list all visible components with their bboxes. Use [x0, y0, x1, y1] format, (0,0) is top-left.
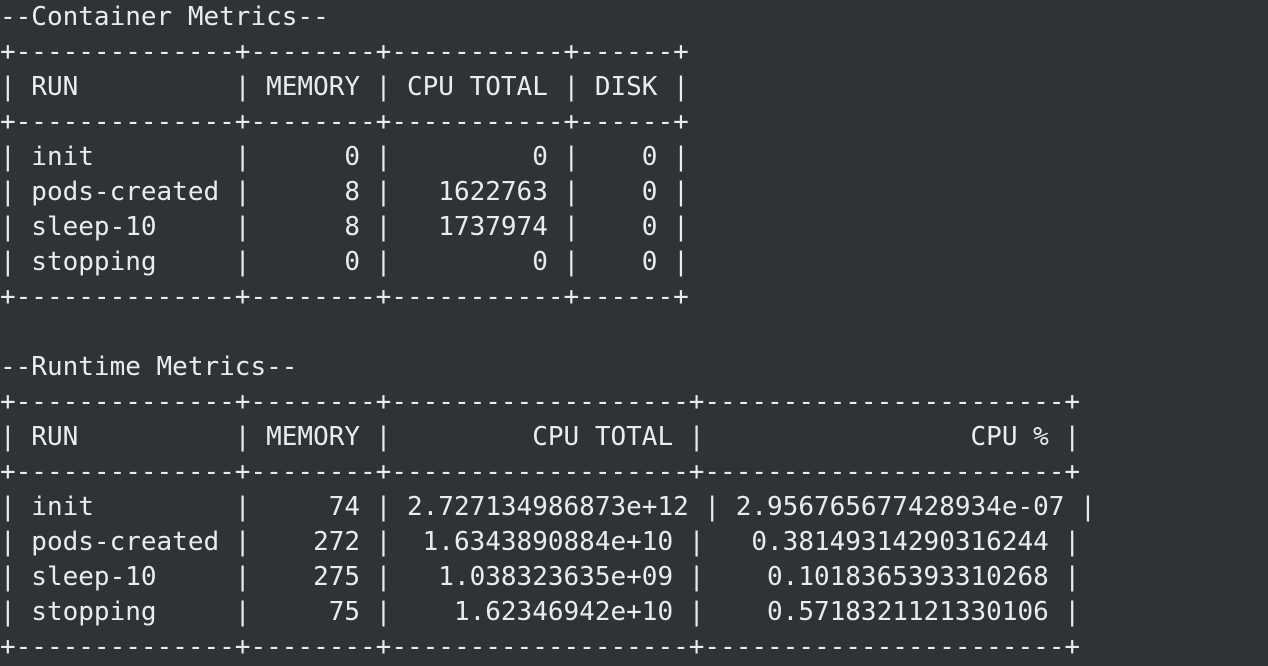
- runtime-table-border-top: +--------------+--------+---------------…: [0, 387, 1081, 417]
- container-table-header: | RUN | MEMORY | CPU TOTAL | DISK |: [0, 72, 689, 102]
- container-table-row: | pods-created | 8 | 1622763 | 0 |: [0, 177, 689, 207]
- terminal-window[interactable]: --Container Metrics-- +--------------+--…: [0, 0, 1268, 666]
- runtime-table-header: | RUN | MEMORY | CPU TOTAL | CPU % |: [0, 422, 1081, 452]
- container-table-row: | init | 0 | 0 | 0 |: [0, 142, 689, 172]
- container-table-border-bottom: +--------------+--------+-----------+---…: [0, 282, 689, 312]
- runtime-table-row: | pods-created | 272 | 1.6343890884e+10 …: [0, 527, 1081, 557]
- container-metrics-heading: --Container Metrics--: [0, 2, 329, 32]
- runtime-table-row: | init | 74 | 2.727134986873e+12 | 2.956…: [0, 492, 1096, 522]
- container-table-border-top: +--------------+--------+-----------+---…: [0, 37, 689, 67]
- container-table-row: | sleep-10 | 8 | 1737974 | 0 |: [0, 212, 689, 242]
- container-table-border-mid: +--------------+--------+-----------+---…: [0, 107, 689, 137]
- runtime-metrics-heading: --Runtime Metrics--: [0, 352, 298, 382]
- runtime-table-border-bottom: +--------------+--------+---------------…: [0, 632, 1081, 662]
- runtime-table-row: | sleep-10 | 275 | 1.038323635e+09 | 0.1…: [0, 562, 1081, 592]
- container-table-row: | stopping | 0 | 0 | 0 |: [0, 247, 689, 277]
- runtime-table-row: | stopping | 75 | 1.62346942e+10 | 0.571…: [0, 597, 1081, 627]
- runtime-table-border-mid: +--------------+--------+---------------…: [0, 457, 1081, 487]
